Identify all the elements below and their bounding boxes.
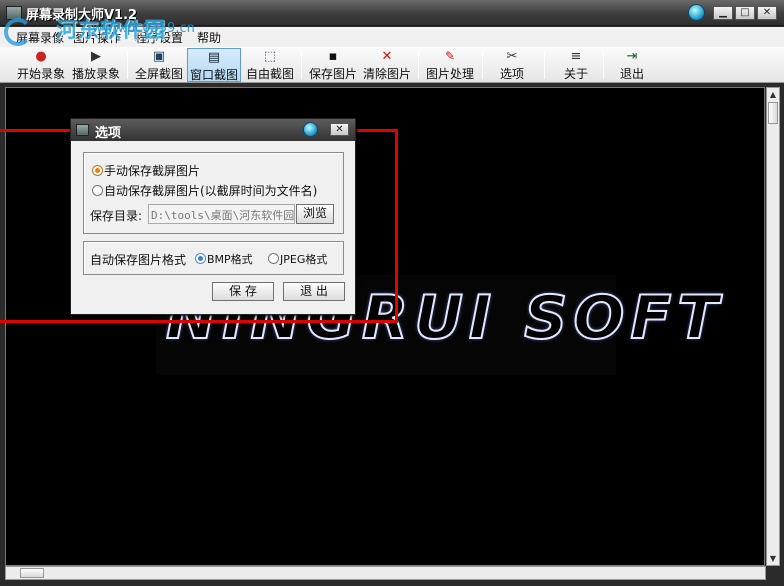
window-capture-button[interactable]: ▤ 窗口截图 [187,48,241,82]
options-icon: ✂ [506,49,518,64]
toolbar-separator [301,51,302,79]
dialog-close-button[interactable]: ✕ [330,123,349,136]
toolbar-separator [418,51,419,79]
about-icon: ≡ [570,49,582,64]
options-dialog: 选项 ✕ 手动保存截屏图片 自动保存截屏图片(以截屏时间为文件名) 保存目录: … [70,118,356,315]
play-record-button[interactable]: ▶ 播放录象 [69,48,123,82]
dialog-exit-button[interactable]: 退 出 [283,282,345,301]
dialog-title-bar[interactable]: 选项 ✕ [71,119,355,141]
menu-bar: 屏幕录像 图片操作 程序设置 帮助 [0,27,784,47]
toolbar: ● 开始录象 ▶ 播放录象 ▣ 全屏截图 ▤ 窗口截图 ⬚ 自由截图 ▪ 保存图… [0,47,784,83]
window-title: 屏幕录制大师V1.2 [26,8,138,23]
jpeg-option[interactable]: JPEG格式 [268,251,327,267]
toolbar-separator [603,51,604,79]
about-button[interactable]: ≡ 关于 [556,48,596,82]
menu-help[interactable]: 帮助 [197,29,221,46]
window-capture-icon: ▤ [207,50,221,65]
format-label: 自动保存图片格式 [90,253,187,267]
title-bar: 屏幕录制大师V1.2 ▁ □ ✕ [0,0,784,26]
watermark-logo-icon [4,18,32,46]
options-button[interactable]: ✂ 选项 [492,48,532,82]
bmp-option[interactable]: BMP格式 [195,251,253,267]
bmp-radio[interactable] [195,253,206,264]
maximize-button[interactable]: □ [735,6,755,20]
save-mode-group: 手动保存截屏图片 自动保存截屏图片(以截屏时间为文件名) 保存目录: D:\to… [83,152,344,234]
auto-save-radio[interactable] [92,185,103,196]
record-icon: ● [35,49,47,64]
main-window: 屏幕录制大师V1.2 ▁ □ ✕ 河东软件园 www.pc0359.cn 屏幕录… [0,0,784,586]
vertical-scroll-thumb[interactable] [768,102,778,124]
format-group: 自动保存图片格式 BMP格式 JPEG格式 [83,241,344,275]
skin-icon[interactable] [688,4,705,21]
fullscreen-capture-icon: ▣ [152,49,166,64]
save-image-button[interactable]: ▪ 保存图片 [306,48,360,82]
exit-icon: ⇥ [626,49,638,64]
free-capture-icon: ⬚ [263,49,277,64]
minimize-button[interactable]: ▁ [713,6,733,20]
save-button[interactable]: 保 存 [212,282,274,301]
menu-settings[interactable]: 程序设置 [135,29,183,46]
close-button[interactable]: ✕ [757,6,777,20]
save-dir-label: 保存目录: [90,209,143,223]
dialog-title: 选项 [95,126,122,141]
vertical-scrollbar[interactable]: ▲ ▼ [766,87,780,566]
jpeg-radio[interactable] [268,253,279,264]
menu-image-ops[interactable]: 图片操作 [73,29,121,46]
edit-icon: ✎ [444,49,456,63]
start-record-button[interactable]: ● 开始录象 [14,48,68,82]
save-icon: ▪ [328,49,338,64]
horizontal-scrollbar[interactable] [5,566,766,580]
play-icon: ▶ [91,49,101,64]
dialog-skin-icon[interactable] [303,122,318,137]
clear-icon: ✕ [381,49,393,64]
manual-save-radio[interactable] [92,165,103,176]
dialog-app-icon [76,124,89,136]
scroll-down-icon[interactable]: ▼ [767,552,779,565]
image-edit-button[interactable]: ✎ 图片处理 [423,48,477,82]
scroll-up-icon[interactable]: ▲ [767,88,779,101]
free-capture-button[interactable]: ⬚ 自由截图 [243,48,297,82]
auto-save-option[interactable]: 自动保存截屏图片(以截屏时间为文件名) [92,182,317,199]
save-dir-field[interactable]: D:\tools\桌面\河东软件园 [148,204,295,224]
toolbar-separator [127,51,128,79]
clear-image-button[interactable]: ✕ 清除图片 [360,48,414,82]
horizontal-scroll-thumb[interactable] [20,568,44,578]
exit-button[interactable]: ⇥ 退出 [612,48,652,82]
browse-button[interactable]: 浏览 [296,204,334,224]
manual-save-option[interactable]: 手动保存截屏图片 [92,162,200,179]
fullscreen-capture-button[interactable]: ▣ 全屏截图 [132,48,186,82]
toolbar-separator [544,51,545,79]
toolbar-separator [482,51,483,79]
